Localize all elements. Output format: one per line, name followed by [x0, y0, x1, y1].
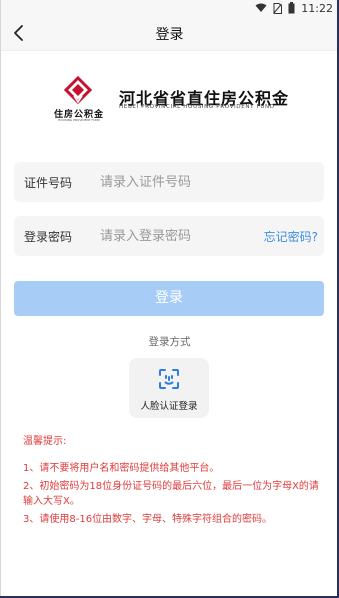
- tips-title: 温馨提示:: [23, 436, 67, 447]
- wifi-icon: [255, 3, 267, 12]
- password-input[interactable]: [100, 224, 250, 248]
- nav-bar: 登录: [0, 16, 339, 51]
- frame-border-left: [0, 0, 1, 598]
- id-number-label: 证件号码: [24, 176, 73, 190]
- tip-item: 2、初始密码为18位身份证号码的最后六位，最后一位为字母X的请输入大写X。: [23, 481, 319, 507]
- status-time: 11:22: [301, 1, 333, 15]
- page-title: 登录: [155, 27, 184, 43]
- tip-item: 1、请不要将用户名和密码提供给其他平台。: [23, 463, 220, 474]
- sim-disabled-icon: [273, 2, 283, 14]
- login-method-label: 登录方式: [148, 336, 191, 348]
- status-icons: 11:22: [255, 1, 333, 15]
- password-field: 登录密码 忘记密码?: [14, 216, 324, 256]
- login-button[interactable]: 登录: [14, 281, 324, 316]
- status-bar: 11:22: [0, 0, 339, 16]
- warm-tips: 温馨提示: 1、请不要将用户名和密码提供给其他平台。 2、初始密码为18位身份证…: [23, 434, 323, 530]
- battery-icon: [288, 2, 295, 14]
- password-label: 登录密码: [24, 230, 73, 244]
- logo-en-small: HOUSING PROVIDENT FUND: [58, 118, 100, 122]
- logo-subtitle: HEBEI PROVINCIAL HOUSING PROVIDENT FUND: [119, 104, 275, 110]
- face-auth-login-button[interactable]: 人脸认证登录: [129, 358, 209, 418]
- fund-logo: 住房公积金 HOUSING PROVIDENT FUND 河北省省直住房公积金 …: [49, 76, 299, 124]
- face-scan-icon: [159, 369, 179, 389]
- id-number-field: 证件号码: [14, 162, 324, 202]
- face-auth-label: 人脸认证登录: [140, 401, 198, 412]
- tip-item: 3、请使用8-16位由数字、字母、特殊字符组合的密码。: [23, 514, 273, 525]
- forgot-password-link[interactable]: 忘记密码?: [264, 228, 318, 245]
- id-number-input[interactable]: [100, 170, 250, 194]
